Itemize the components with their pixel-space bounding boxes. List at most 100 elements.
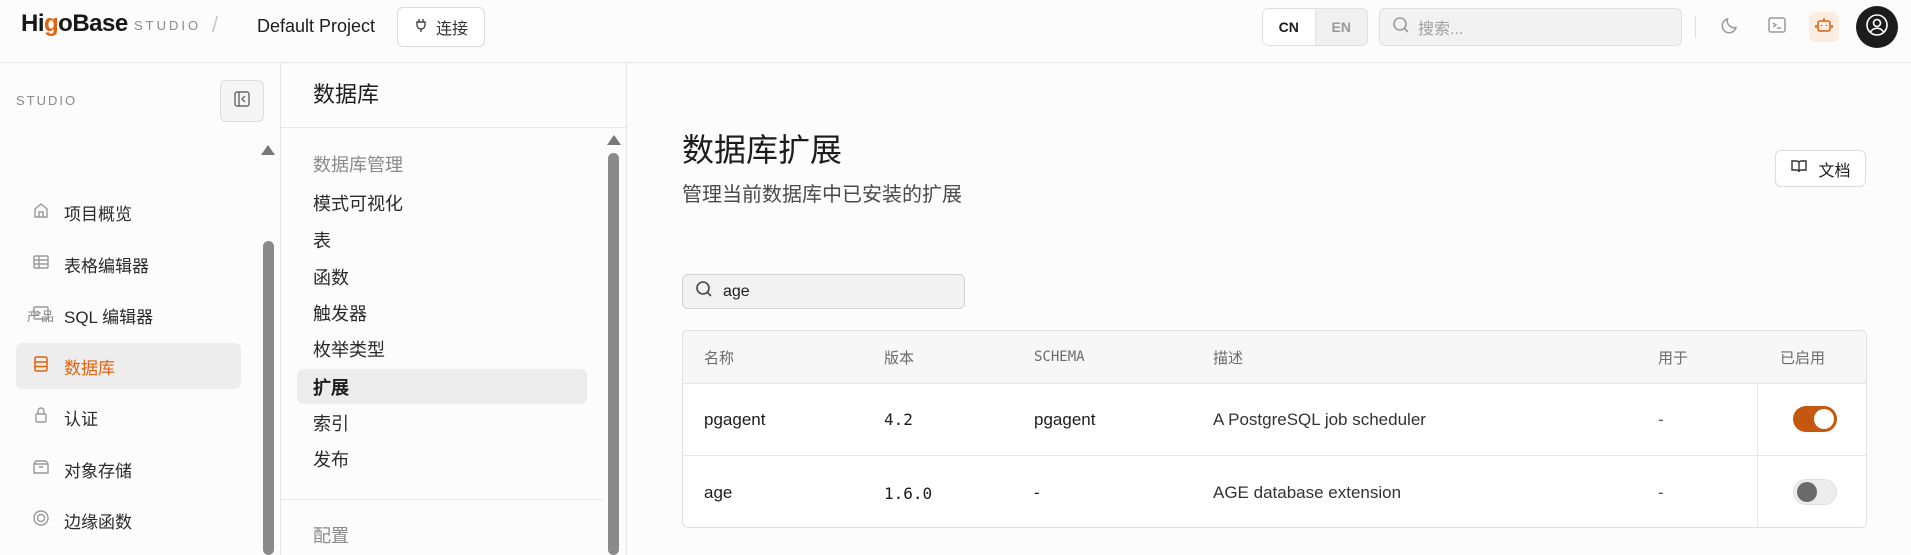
sidebar-item-label: 数据库 (64, 358, 115, 378)
sidebar-item-label: 对象存储 (64, 461, 132, 481)
breadcrumb-separator: / (212, 12, 219, 37)
sidebar-item-label: 认证 (64, 409, 98, 429)
table-row: age 1.6.0 - AGE database extension - (683, 457, 1866, 527)
search-icon (695, 280, 713, 303)
scroll-up-arrow[interactable] (261, 145, 275, 155)
docs-button[interactable]: 文档 (1775, 150, 1866, 187)
sidebar-item-auth[interactable]: 认证 (16, 394, 241, 440)
user-avatar[interactable] (1856, 6, 1898, 48)
sidebar-item-edge-functions[interactable]: 边缘函数 (16, 497, 241, 543)
column-header-enabled: 已启用 (1780, 349, 1826, 367)
column-header-used-by: 用于 (1658, 349, 1689, 367)
home-icon (32, 201, 50, 224)
moon-icon (1720, 15, 1740, 40)
menu-item-indexes[interactable]: 索引 (297, 405, 587, 440)
sidebar-scrollbar[interactable] (263, 241, 274, 555)
page-subtitle: 管理当前数据库中已安装的扩展 (682, 184, 962, 206)
logo-text-end: oBase (58, 10, 128, 37)
robot-icon (1814, 15, 1834, 40)
menu-section-label: 数据库管理 (313, 155, 403, 175)
sidebar-item-storage[interactable]: 对象存储 (16, 446, 241, 492)
sidebar-section-label: STUDIO (16, 93, 78, 108)
app-logo[interactable]: HigoBase (21, 10, 128, 38)
storage-icon (32, 458, 50, 481)
column-header-version: 版本 (884, 349, 915, 367)
menu-section-config: 配置 (313, 526, 349, 546)
sidebar-item-label: SQL 编辑器 (64, 307, 154, 327)
sidebar-item-label: 项目概览 (64, 204, 132, 224)
collapse-sidebar-button[interactable] (220, 80, 264, 122)
extension-schema: pgagent (1034, 409, 1096, 429)
panel-collapse-icon (233, 90, 251, 113)
sidebar-item-label: 表格编辑器 (64, 256, 149, 276)
lock-icon (32, 406, 50, 429)
sidebar-item-database[interactable]: 数据库 (16, 343, 241, 389)
sidebar-group-label: 产品 (27, 309, 56, 324)
extension-name: age (704, 483, 733, 502)
menu-divider (281, 127, 626, 128)
menu-item-enum-types[interactable]: 枚举类型 (297, 331, 587, 366)
extension-version: 1.6.0 (884, 483, 933, 503)
menu-item-tables[interactable]: 表 (297, 222, 587, 257)
column-header-name: 名称 (704, 349, 735, 367)
toggle-knob (1814, 409, 1834, 429)
edge-function-icon (32, 509, 50, 532)
extension-used-by: - (1658, 483, 1664, 502)
connect-button[interactable]: 连接 (397, 7, 485, 47)
sidebar-item-table-editor[interactable]: 表格编辑器 (16, 241, 241, 287)
sidebar-item-overview[interactable]: 项目概览 (16, 189, 241, 235)
database-icon (32, 355, 50, 378)
top-bar: HigoBase STUDIO / Default Project 连接 CN … (0, 0, 1911, 63)
terminal-icon (1767, 15, 1787, 40)
table-row: pgagent 4.2 pgagent A PostgreSQL job sch… (683, 384, 1866, 456)
extension-name: pgagent (704, 409, 766, 429)
studio-tag: STUDIO (134, 18, 202, 33)
menu-item-extensions[interactable]: 扩展 (297, 369, 587, 404)
docs-label: 文档 (1818, 162, 1851, 180)
extension-used-by: - (1658, 409, 1664, 429)
lang-en-button[interactable]: EN (1316, 9, 1368, 45)
extension-search-input[interactable]: age (682, 274, 965, 309)
column-header-schema: SCHEMA (1034, 349, 1085, 365)
scroll-up-arrow[interactable] (607, 135, 621, 145)
search-placeholder: 搜索... (1418, 21, 1464, 38)
connect-label: 连接 (435, 21, 468, 38)
toolbar-divider (1695, 16, 1696, 38)
logo-text-start: Hi (21, 10, 45, 37)
toggle-knob (1797, 482, 1817, 502)
book-icon (1790, 157, 1808, 180)
sidebar: STUDIO 项目概览 表格编辑器 SQL 编辑器 产品 数据库 认证 对象存储… (0, 63, 281, 555)
main-content: 数据库扩展 管理当前数据库中已安装的扩展 文档 age 名称 版本 SCHEMA… (628, 63, 1911, 555)
menu-item-schema-visualizer[interactable]: 模式可视化 (297, 185, 587, 220)
extension-description: AGE database extension (1213, 483, 1402, 502)
global-search-input[interactable]: 搜索... (1379, 8, 1682, 46)
lang-cn-button[interactable]: CN (1263, 9, 1316, 45)
logo-text-accent: g (44, 10, 59, 37)
column-header-description: 描述 (1213, 349, 1244, 367)
extension-description: A PostgreSQL job scheduler (1213, 409, 1426, 429)
enable-toggle[interactable] (1793, 479, 1837, 505)
menu-divider (281, 499, 603, 500)
extension-schema: - (1034, 483, 1040, 502)
search-icon (1392, 16, 1410, 39)
database-menu: 数据库 数据库管理 模式可视化 表 函数 触发器 枚举类型 扩展 索引 发布 配… (281, 63, 627, 555)
enable-toggle[interactable] (1793, 406, 1837, 432)
menu-item-functions[interactable]: 函数 (297, 259, 587, 294)
user-icon (1864, 12, 1890, 43)
table-icon (32, 253, 50, 276)
terminal-button[interactable] (1762, 12, 1792, 42)
table-header: 名称 版本 SCHEMA 描述 用于 已启用 (683, 331, 1866, 384)
search-value: age (723, 282, 750, 300)
assistant-button[interactable] (1809, 12, 1839, 42)
extension-version: 4.2 (884, 410, 913, 429)
page-title: 数据库扩展 (682, 132, 843, 168)
plug-icon (414, 17, 430, 38)
project-name[interactable]: Default Project (257, 16, 375, 37)
menu-scrollbar[interactable] (608, 153, 619, 555)
language-switch: CN EN (1262, 8, 1368, 46)
sidebar-item-label: 边缘函数 (64, 512, 132, 532)
menu-item-triggers[interactable]: 触发器 (297, 295, 587, 330)
extensions-table: 名称 版本 SCHEMA 描述 用于 已启用 pgagent 4.2 pgage… (682, 330, 1867, 528)
theme-toggle-button[interactable] (1715, 12, 1745, 42)
menu-item-publications[interactable]: 发布 (297, 441, 587, 476)
